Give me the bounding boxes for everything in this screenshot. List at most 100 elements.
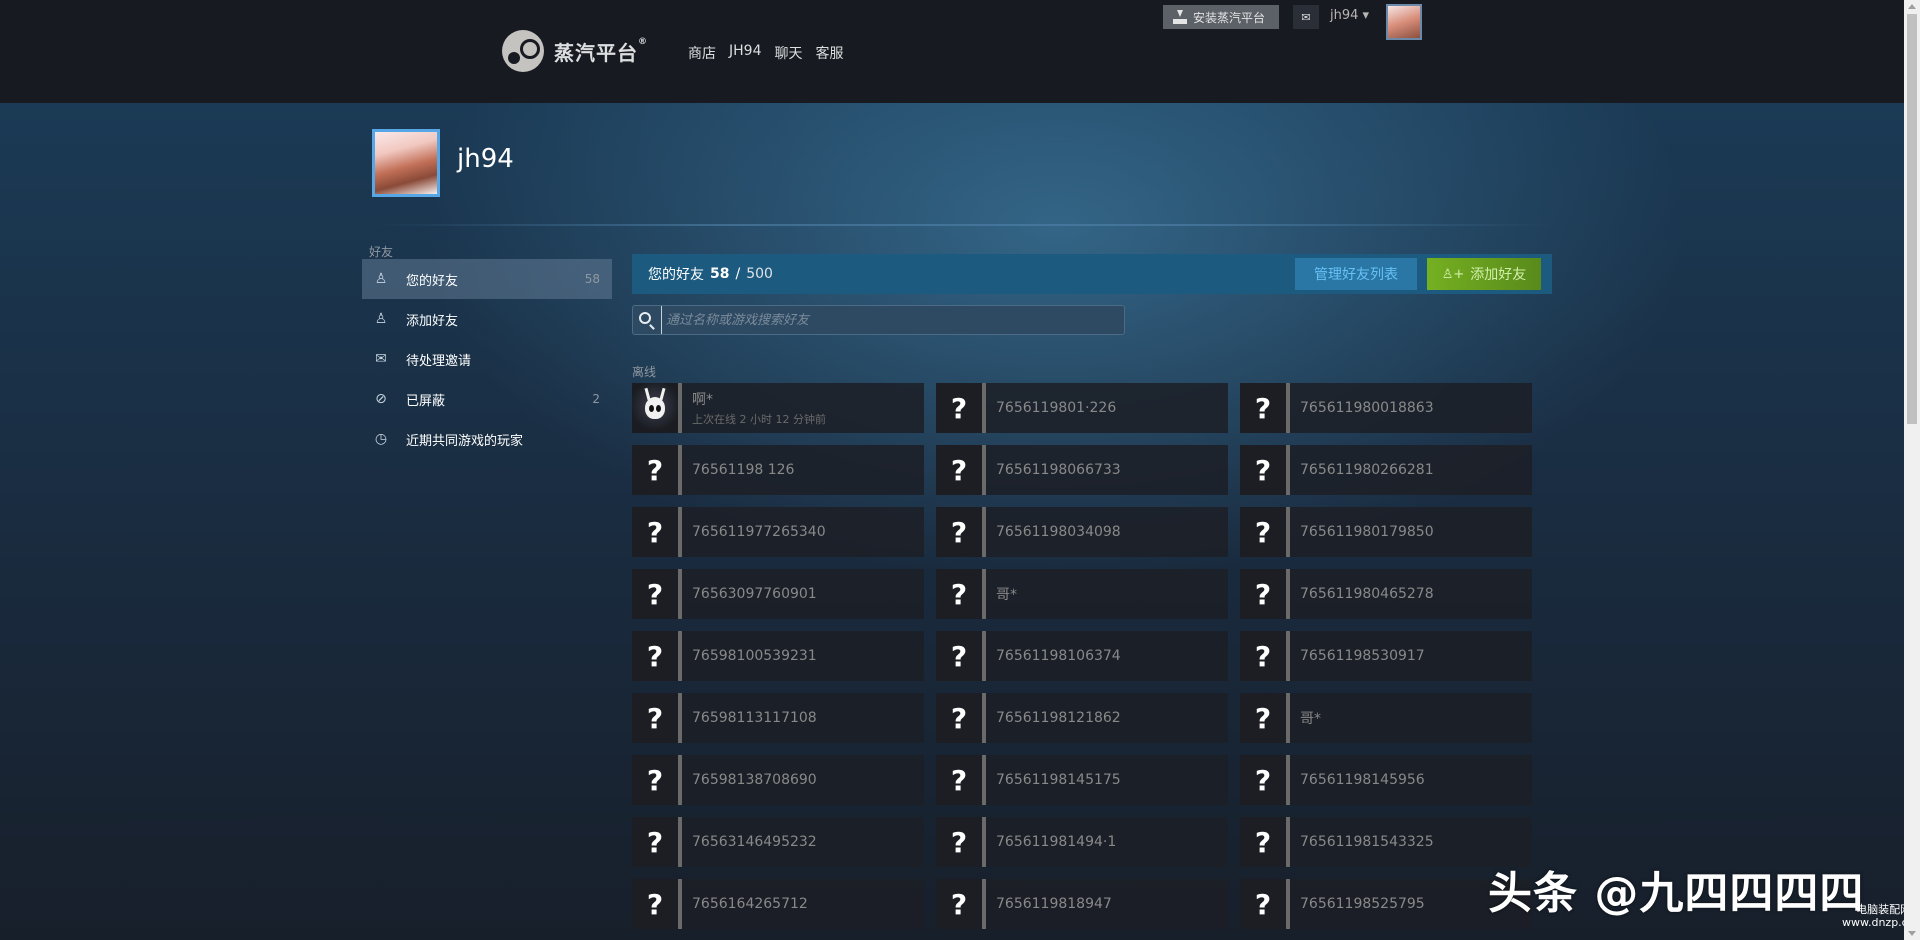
default-avatar-icon: ? (632, 631, 682, 681)
sidebar-item-blocked[interactable]: ⊘ 已屏蔽 2 (362, 379, 612, 419)
watermark-text: 头条 @九四四四四 (1488, 868, 1865, 919)
notifications-button[interactable]: ✉ (1293, 5, 1319, 29)
friend-name: 76561198525795 (1300, 896, 1425, 912)
friend-card[interactable]: ? 76598138708690 (632, 755, 924, 805)
default-avatar-icon: ? (936, 383, 986, 433)
default-avatar-icon: ? (632, 445, 682, 495)
friend-card[interactable]: ? 76561198121862 (936, 693, 1228, 743)
friend-status: 上次在线 2 小时 12 分钟前 (692, 413, 826, 426)
friend-card[interactable]: ? 76561198 126 (632, 445, 924, 495)
default-avatar-icon: ? (632, 693, 682, 743)
steam-logo[interactable]: 蒸汽平台® (502, 30, 648, 72)
friend-info: 啊* 上次在线 2 小时 12 分钟前 (682, 389, 826, 427)
friend-card[interactable]: ? 7656119818947 (936, 879, 1228, 929)
user-avatar[interactable] (1386, 4, 1422, 40)
friend-card[interactable]: ? 76561198530917 (1240, 631, 1532, 681)
friend-info: 7656119818947 (986, 896, 1112, 912)
sidebar-item-pending-invites[interactable]: ✉ 待处理邀请 (362, 339, 612, 379)
friend-info: 765611980179850 (1290, 524, 1434, 540)
friends-count-badge: 58 (584, 272, 600, 286)
friend-info: 76598100539231 (682, 648, 817, 664)
install-client-button[interactable]: 安装蒸汽平台 (1163, 5, 1279, 29)
friend-name: 76561198106374 (996, 648, 1121, 664)
friend-name: 76561198034098 (996, 524, 1121, 540)
clock-icon: ◷ (374, 431, 388, 447)
sidebar-item-add-friend[interactable]: ♙ 添加好友 (362, 299, 612, 339)
nav-chat[interactable]: 聊天 (774, 43, 802, 63)
friend-info: 76561198066733 (986, 462, 1121, 478)
friend-card[interactable]: ? 765611980018863 (1240, 383, 1532, 433)
friend-name: 76598100539231 (692, 648, 817, 664)
friend-card[interactable]: ? 765611981494·1 (936, 817, 1228, 867)
friend-card[interactable]: ? 7656119801·226 (936, 383, 1228, 433)
friend-name: 啊* (692, 392, 713, 408)
friend-info: 765611977265340 (682, 524, 826, 540)
default-avatar-icon: ? (936, 817, 986, 867)
steam-logo-icon (502, 30, 544, 72)
friend-card[interactable]: ? 哥* (1240, 693, 1532, 743)
install-label: 安装蒸汽平台 (1193, 10, 1266, 25)
add-friend-button[interactable]: ♙+ 添加好友 (1427, 258, 1541, 290)
friend-name: 哥* (1300, 711, 1321, 727)
friend-card[interactable]: ? 7656164265712 (632, 879, 924, 929)
default-avatar-icon: ? (936, 631, 986, 681)
page-scrollbar[interactable] (1904, 0, 1920, 940)
friend-card[interactable]: ? 76598113117108 (632, 693, 924, 743)
friend-info: 哥* (986, 584, 1017, 604)
person-icon: ♙ (374, 271, 388, 287)
friend-card[interactable]: ? 76561198106374 (936, 631, 1228, 681)
friend-card[interactable]: ? 765611980465278 (1240, 569, 1532, 619)
friend-card[interactable]: ? 76563097760901 (632, 569, 924, 619)
default-avatar-icon: ? (632, 755, 682, 805)
friend-name: 76561198121862 (996, 710, 1121, 726)
logo-text: 蒸汽平台® (554, 36, 648, 65)
default-avatar-icon: ? (1240, 693, 1290, 743)
friend-info: 76561198034098 (986, 524, 1121, 540)
friend-card[interactable]: ? 765611980266281 (1240, 445, 1532, 495)
envelope-icon: ✉ (375, 351, 387, 367)
sidebar-item-label: 添加好友 (406, 313, 459, 329)
friend-card[interactable]: ? 765611977265340 (632, 507, 924, 557)
friend-name: 765611980179850 (1300, 524, 1434, 540)
top-bar: 蒸汽平台® 商店 JH94 聊天 客服 安装蒸汽平台 ✉ jh94 ▾ (0, 0, 1920, 103)
friend-card[interactable]: ? 76598100539231 (632, 631, 924, 681)
scroll-thumb[interactable] (1907, 14, 1917, 424)
default-avatar-icon: ? (936, 755, 986, 805)
friend-card[interactable]: ? 76563146495232 (632, 817, 924, 867)
sidebar-item-your-friends[interactable]: ♙ 您的好友 58 (362, 259, 612, 299)
friend-info: 76561198 126 (682, 462, 794, 478)
friend-info: 76563146495232 (682, 834, 817, 850)
sidebar-item-recent-players[interactable]: ◷ 近期共同游戏的玩家 (362, 419, 612, 459)
friend-card[interactable]: ? 76561198145956 (1240, 755, 1532, 805)
nav-store[interactable]: 商店 (688, 43, 716, 63)
friend-info: 76598138708690 (682, 772, 817, 788)
envelope-icon: ✉ (1301, 10, 1311, 24)
friend-card[interactable]: 啊* 上次在线 2 小时 12 分钟前 (632, 383, 924, 433)
friend-search-input[interactable] (661, 306, 1124, 334)
friend-name: 765611981543325 (1300, 834, 1434, 850)
friend-card[interactable]: ? 76561198066733 (936, 445, 1228, 495)
friend-name: 7656119801·226 (996, 400, 1117, 416)
friend-card[interactable]: ? 76561198034098 (936, 507, 1228, 557)
account-menu[interactable]: jh94 ▾ (1330, 8, 1369, 23)
friend-info: 76561198106374 (986, 648, 1121, 664)
friend-card[interactable]: ? 哥* (936, 569, 1228, 619)
profile-name[interactable]: jh94 (457, 144, 514, 174)
profile-avatar[interactable] (372, 129, 440, 197)
default-avatar-icon: ? (936, 879, 986, 929)
friend-info: 765611980266281 (1290, 462, 1434, 478)
friend-name: 76598138708690 (692, 772, 817, 788)
scroll-down-icon[interactable] (1908, 931, 1916, 936)
default-avatar-icon: ? (936, 569, 986, 619)
friend-card[interactable]: ? 765611980179850 (1240, 507, 1532, 557)
friend-card[interactable]: ? 76561198145175 (936, 755, 1228, 805)
friend-info: 哥* (1290, 708, 1321, 728)
sidebar-item-label: 待处理邀请 (406, 353, 472, 369)
nav-profile[interactable]: JH94 (729, 43, 761, 63)
default-avatar-icon: ? (1240, 755, 1290, 805)
default-avatar-icon: ? (1240, 507, 1290, 557)
manage-friends-button[interactable]: 管理好友列表 (1295, 258, 1417, 290)
default-avatar-icon: ? (936, 445, 986, 495)
nav-support[interactable]: 客服 (815, 43, 843, 63)
scroll-up-icon[interactable] (1908, 4, 1916, 9)
